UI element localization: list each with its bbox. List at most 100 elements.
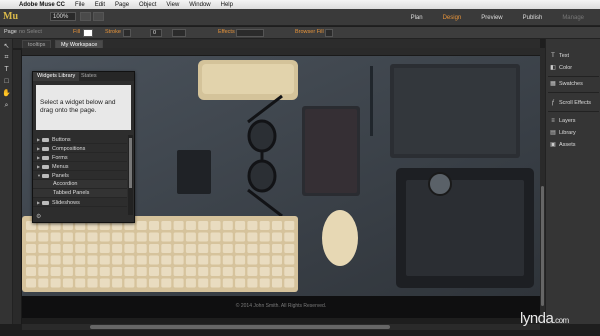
- keyboard-key: [50, 244, 61, 253]
- stroke-width-field[interactable]: 0: [150, 29, 162, 37]
- panel-layers[interactable]: ≡ Layers: [550, 116, 575, 126]
- keyboard-key: [185, 244, 196, 253]
- tab-widgets-library[interactable]: Widgets Library: [33, 72, 80, 81]
- keyboard-key: [222, 232, 233, 242]
- keyboard-key: [161, 267, 172, 276]
- panel-swatches[interactable]: ▦ Swatches: [550, 79, 583, 89]
- keyboard-key: [173, 267, 184, 276]
- mode-publish[interactable]: Publish: [513, 15, 553, 21]
- keyboard-key: [272, 255, 282, 265]
- panel-assets-label: Assets: [559, 142, 576, 148]
- keyboard-key: [112, 244, 123, 253]
- selection-tool-icon[interactable]: ↖: [2, 42, 11, 51]
- panel-swatches-label: Swatches: [559, 81, 583, 87]
- keyboard-key: [284, 232, 295, 242]
- tab-tooltips[interactable]: tooltips: [22, 40, 52, 48]
- stroke-swatch[interactable]: [123, 29, 131, 37]
- tab-my-workspace[interactable]: My Workspace: [55, 40, 104, 48]
- hand-tool-icon[interactable]: ✋: [2, 89, 11, 98]
- widget-folder-slideshows[interactable]: ▶ Slideshows: [33, 198, 127, 207]
- keyboard-key: [235, 255, 246, 265]
- keyboard-key: [284, 278, 295, 288]
- menu-edit[interactable]: Edit: [90, 2, 110, 8]
- fill-swatch[interactable]: [83, 29, 93, 37]
- mode-switcher: Plan Design Preview Publish Manage: [401, 9, 594, 26]
- keyboard-key: [136, 244, 147, 253]
- arrange-button[interactable]: [93, 12, 104, 21]
- menu-app-name[interactable]: Adobe Muse CC: [14, 2, 70, 8]
- keyboard-key: [198, 267, 209, 276]
- panel-divider: [548, 76, 599, 77]
- keyboard-key: [75, 255, 86, 265]
- keyboard-key: [50, 255, 61, 265]
- text-tool-icon[interactable]: T: [2, 65, 11, 74]
- mode-design[interactable]: Design: [433, 15, 472, 21]
- widget-folder-compositions[interactable]: ▶ Compositions: [33, 144, 127, 153]
- crop-tool-icon[interactable]: ⌗: [2, 53, 11, 62]
- widget-item-tabbed-panels[interactable]: Tabbed Panels: [33, 189, 127, 198]
- panel-scroll-effects-label: Scroll Effects: [559, 100, 591, 106]
- fill-label[interactable]: Fill: [73, 29, 80, 35]
- mode-preview[interactable]: Preview: [471, 15, 512, 21]
- keyboard-key: [173, 221, 184, 230]
- keyboard-key: [259, 244, 270, 253]
- folder-open-icon: [42, 173, 49, 178]
- zoom-tool-icon[interactable]: ⌕: [2, 101, 11, 110]
- menu-help[interactable]: Help: [216, 2, 238, 8]
- tab-states[interactable]: States: [77, 72, 101, 81]
- panel-scroll-effects[interactable]: ƒ Scroll Effects: [550, 98, 591, 108]
- mode-manage[interactable]: Manage: [552, 15, 594, 21]
- corner-options[interactable]: [172, 29, 186, 37]
- folder-icon: [42, 137, 49, 142]
- keyboard-key: [50, 232, 61, 242]
- panel-divider: [548, 92, 599, 93]
- panel-text[interactable]: T Text: [550, 51, 569, 61]
- widget-folder-menus[interactable]: ▶ Menus: [33, 162, 127, 171]
- text-panel-icon: T: [551, 53, 555, 59]
- widget-list: ▶ Buttons ▶ Compositions ▶ Forms ▶ Menus ▼ Pa…: [33, 135, 127, 207]
- menu-object[interactable]: Object: [134, 2, 161, 8]
- rectangle-tool-icon[interactable]: □: [2, 77, 11, 86]
- horizontal-scroll-thumb[interactable]: [90, 325, 390, 329]
- keyboard-key: [185, 221, 196, 230]
- keyboard-key: [210, 267, 221, 276]
- menu-file[interactable]: File: [70, 2, 90, 8]
- widget-folder-panels[interactable]: ▼ Panels: [33, 171, 127, 180]
- panel-color[interactable]: ◧ Color: [550, 63, 572, 73]
- browser-fill-swatch[interactable]: [325, 29, 333, 37]
- lynda-watermark: lynda.com: [520, 310, 569, 327]
- keyboard-key: [75, 244, 86, 253]
- panel-library-label: Library: [559, 130, 576, 136]
- menu-view[interactable]: View: [161, 2, 184, 8]
- widget-item-accordion[interactable]: Accordion: [33, 180, 127, 189]
- keyboard-key: [247, 255, 258, 265]
- horizontal-ruler: [22, 48, 540, 56]
- help-icon[interactable]: ⚙: [36, 213, 44, 221]
- panel-assets[interactable]: ▣ Assets: [550, 140, 576, 150]
- view-mode-button[interactable]: [80, 12, 91, 21]
- effects-label[interactable]: Effects: [218, 29, 235, 35]
- keyboard-key: [210, 244, 221, 253]
- keyboard-key: [124, 255, 135, 265]
- menu-page[interactable]: Page: [110, 2, 134, 8]
- vertical-scroll-thumb[interactable]: [541, 186, 544, 306]
- zoom-select[interactable]: 100%: [50, 12, 76, 21]
- mode-plan[interactable]: Plan: [401, 15, 433, 21]
- keyboard-key: [75, 267, 86, 276]
- panel-library[interactable]: ▤ Library: [550, 128, 576, 138]
- widget-folder-buttons[interactable]: ▶ Buttons: [33, 135, 127, 144]
- keyboard-key: [210, 232, 221, 242]
- keyboard-key: [124, 232, 135, 242]
- effects-field[interactable]: [236, 29, 264, 37]
- keyboard-key: [50, 267, 61, 276]
- widget-list-scroll-thumb[interactable]: [129, 138, 132, 188]
- stroke-label[interactable]: Stroke: [105, 29, 121, 35]
- widget-folder-label: Forms: [52, 155, 68, 161]
- swatches-panel-icon: ▦: [550, 81, 556, 87]
- keyboard-key: [136, 232, 147, 242]
- menu-window[interactable]: Window: [184, 2, 215, 8]
- keyboard-key: [210, 255, 221, 265]
- muse-logo: Mu: [3, 11, 18, 22]
- widget-folder-forms[interactable]: ▶ Forms: [33, 153, 127, 162]
- browser-fill-label[interactable]: Browser Fill: [295, 29, 324, 35]
